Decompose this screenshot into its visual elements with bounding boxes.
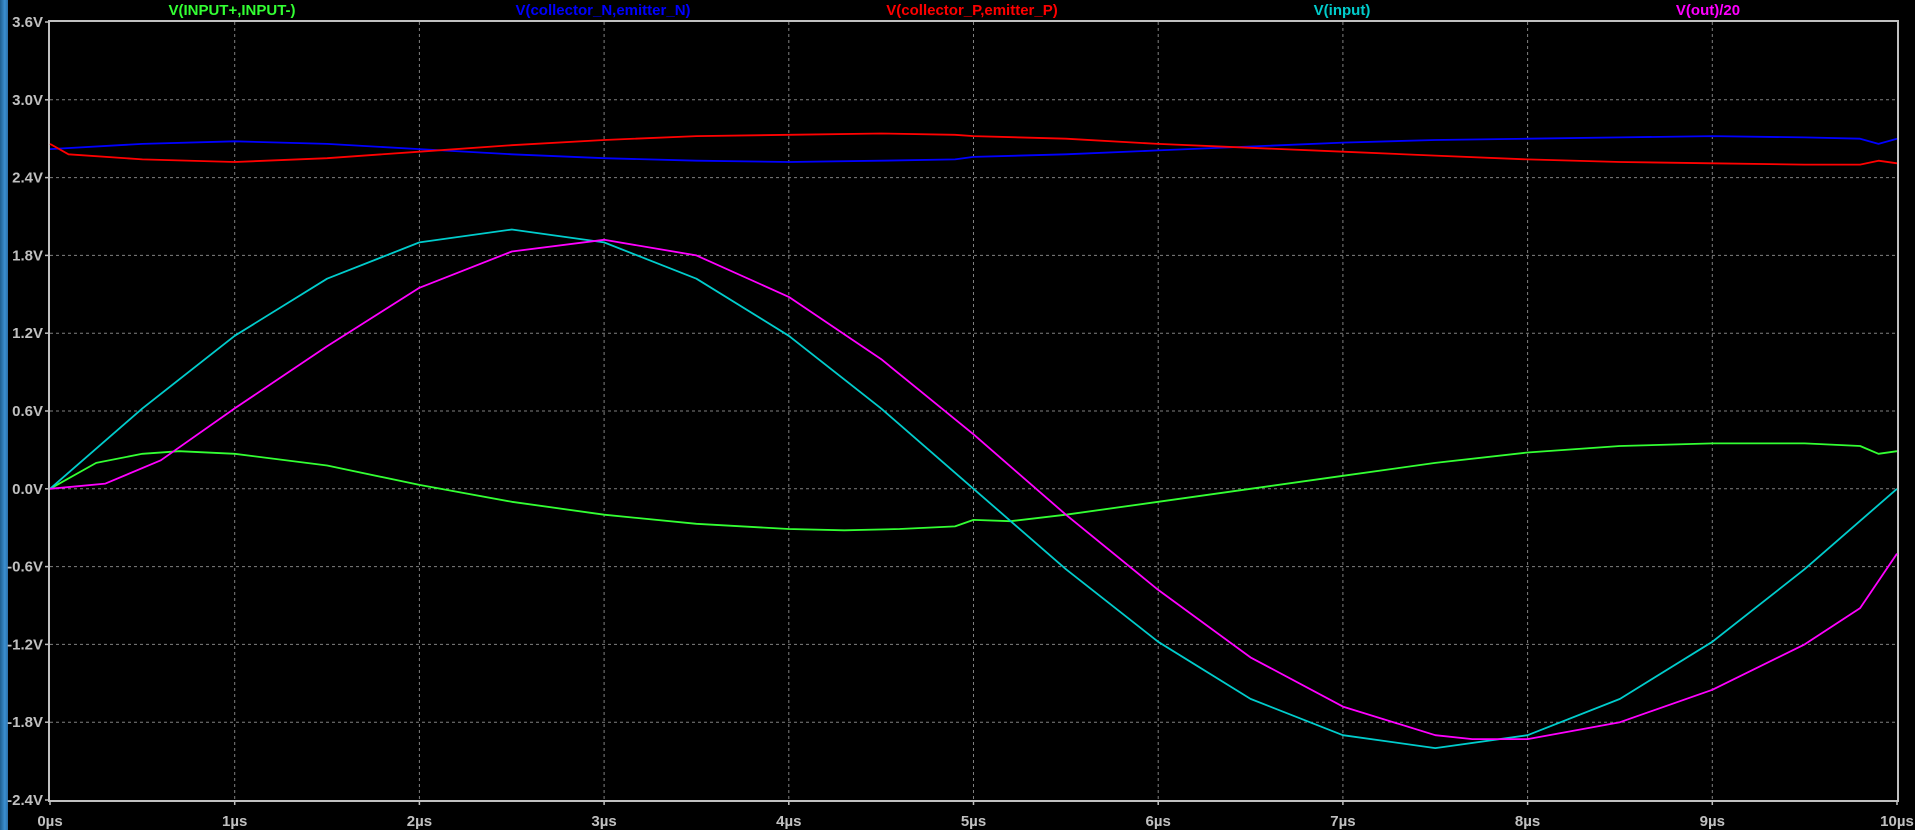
y-tick-label: 0.6V	[12, 403, 43, 420]
x-tick-label: 0µs	[37, 813, 62, 830]
x-tick-label: 1µs	[222, 813, 247, 830]
y-tick-label: 3.0V	[12, 92, 43, 109]
x-tick-label: 8µs	[1515, 813, 1540, 830]
y-tick-label: 0.0V	[12, 481, 43, 498]
x-tick-label: 10µs	[1880, 813, 1914, 830]
x-tick-label: 2µs	[407, 813, 432, 830]
x-tick-label: 4µs	[776, 813, 801, 830]
y-tick-label: 1.8V	[12, 247, 43, 264]
x-tick-label: 7µs	[1330, 813, 1355, 830]
legend-entry: V(INPUT+,INPUT-)	[168, 2, 295, 19]
y-tick-label: 3.6V	[12, 14, 43, 31]
y-tick-label: -0.6V	[7, 559, 43, 576]
y-tick-label: -1.8V	[7, 714, 43, 731]
x-tick-label: 3µs	[591, 813, 616, 830]
y-axis-tick-labels: 3.6V 3.0V 2.4V 1.8V 1.2V 0.6V 0.0V -0.6V -1.2V -1…	[7, 14, 50, 809]
x-axis-tick-labels: 0µs 1µs 2µs 3µs 4µs 5µs 6µs 7µs 8µs 9µs 10µs	[37, 800, 1914, 830]
x-tick-label: 5µs	[961, 813, 986, 830]
y-tick-label: 1.2V	[12, 325, 43, 342]
y-tick-label: -1.2V	[7, 636, 43, 653]
legend-entry: V(input)	[1314, 2, 1371, 19]
legend-entry: V(out)/20	[1676, 2, 1740, 19]
legend: V(INPUT+,INPUT-) V(collector_N,emitter_N)…	[168, 2, 1740, 19]
x-tick-label: 6µs	[1146, 813, 1171, 830]
legend-entry: V(collector_N,emitter_N)	[515, 2, 690, 19]
y-tick-label: -2.4V	[7, 792, 43, 809]
waveform-plot[interactable]: 0µs 1µs 2µs 3µs 4µs 5µs 6µs 7µs 8µs 9µs 10µs 3.6V3…	[0, 0, 1915, 830]
y-tick-label: 2.4V	[12, 170, 43, 187]
x-tick-label: 9µs	[1700, 813, 1725, 830]
legend-entry: V(collector_P,emitter_P)	[886, 2, 1057, 19]
